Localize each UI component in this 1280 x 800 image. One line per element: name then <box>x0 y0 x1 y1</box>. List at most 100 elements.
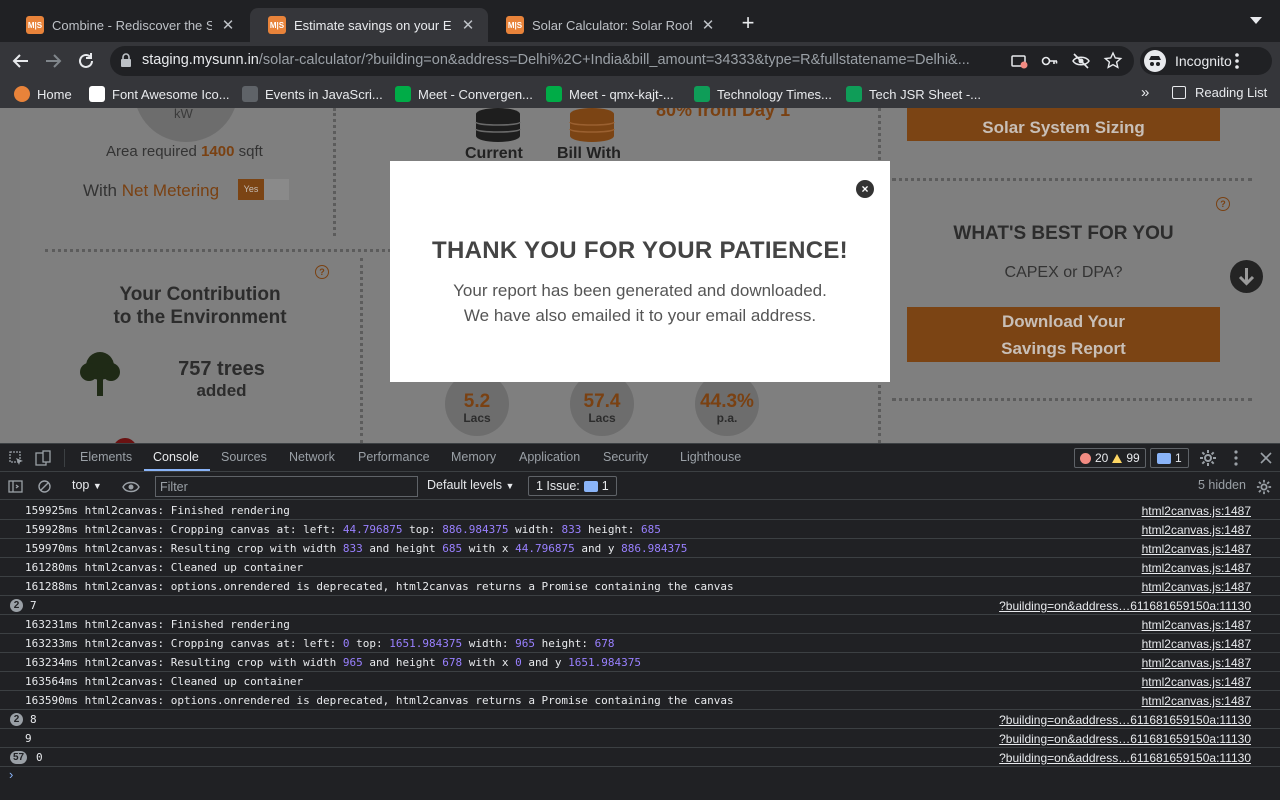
day-one-fragment: 80% from Day 1 <box>656 108 791 120</box>
source-link[interactable]: html2canvas.js:1487 <box>1142 561 1251 575</box>
scroll-down-button[interactable] <box>1230 260 1263 293</box>
bookmark-star-icon[interactable] <box>1102 50 1124 72</box>
sidebar-toggle-icon[interactable] <box>8 479 23 494</box>
tab-sources[interactable]: Sources <box>221 450 267 464</box>
bookmark-meet-qmx[interactable]: Meet - qmx-kajt-... <box>546 85 674 103</box>
clear-console-icon[interactable] <box>37 479 52 494</box>
source-link[interactable]: html2canvas.js:1487 <box>1142 523 1251 537</box>
context-selector[interactable]: top ▼ <box>72 478 102 492</box>
tab-console[interactable]: Console <box>153 450 199 464</box>
solar-system-sizing-button[interactable]: Solar System Sizing <box>907 108 1220 141</box>
close-devtools-icon[interactable] <box>1259 451 1273 465</box>
tab-security[interactable]: Security <box>603 450 648 464</box>
tab-lighthouse[interactable]: Lighthouse <box>680 450 741 464</box>
repeat-count-badge: 57 <box>10 751 28 764</box>
source-link[interactable]: ?building=on&address…611681659150a:11130 <box>999 713 1251 727</box>
divider <box>333 108 336 236</box>
tab-strip: M|S Combine - Rediscover the Sun ✕ M|S E… <box>0 0 1280 42</box>
tab-network[interactable]: Network <box>289 450 335 464</box>
warning-icon <box>1112 453 1123 463</box>
home-favicon-icon <box>14 86 30 102</box>
console-row: 163564ms html2canvas: Cleaned up contain… <box>0 672 1280 691</box>
tab-application[interactable]: Application <box>519 450 580 464</box>
bookmark-events-javascript[interactable]: Events in JavaScri... <box>242 85 383 103</box>
console-message: 8 <box>30 713 37 726</box>
help-icon[interactable]: ? <box>315 265 329 279</box>
message-count[interactable]: 1 <box>1150 448 1189 468</box>
log-levels-dropdown[interactable]: Default levels ▼ <box>427 478 514 492</box>
source-link[interactable]: ?building=on&address…611681659150a:11130 <box>999 599 1251 613</box>
tree-icon <box>80 352 120 396</box>
new-tab-button[interactable]: + <box>738 12 758 36</box>
console-filter-input[interactable] <box>155 476 418 497</box>
source-link[interactable]: html2canvas.js:1487 <box>1142 656 1251 670</box>
tab-combine[interactable]: M|S Combine - Rediscover the Sun ✕ <box>8 8 248 42</box>
message-icon <box>1157 452 1171 464</box>
arrow-right-icon <box>46 54 62 68</box>
source-link[interactable]: html2canvas.js:1487 <box>1142 675 1251 689</box>
net-metering-toggle[interactable]: Yes <box>238 179 289 200</box>
close-tab-icon[interactable]: ✕ <box>460 16 476 34</box>
reading-list-button[interactable]: Reading List <box>1172 85 1267 100</box>
eye-off-icon[interactable] <box>1070 50 1092 72</box>
bookmark-font-awesome[interactable]: Font Awesome Ico... <box>89 85 230 103</box>
source-link[interactable]: html2canvas.js:1487 <box>1142 504 1251 518</box>
console-message: 163590ms html2canvas: options.onrendered… <box>25 694 734 707</box>
browser-menu-button[interactable] <box>1224 48 1250 74</box>
tab-search-button[interactable] <box>1244 10 1268 34</box>
eye-icon[interactable] <box>122 480 140 494</box>
source-link[interactable]: ?building=on&address…611681659150a:11130 <box>999 751 1251 765</box>
modal-close-button[interactable]: × <box>856 180 874 198</box>
devtools-panel: Elements Console Sources Network Perform… <box>0 443 1280 800</box>
bookmarks-overflow-button[interactable]: » <box>1141 84 1149 101</box>
inspect-element-icon[interactable] <box>9 451 24 466</box>
back-button[interactable] <box>8 48 34 74</box>
kw-fragment: kW <box>174 108 193 121</box>
tab-memory[interactable]: Memory <box>451 450 496 464</box>
error-warning-counts[interactable]: 20 99 <box>1074 448 1146 468</box>
sheets-favicon-icon <box>846 86 862 102</box>
chevron-down-icon <box>1250 17 1262 24</box>
events-favicon-icon <box>242 86 258 102</box>
tab-performance[interactable]: Performance <box>358 450 430 464</box>
close-tab-icon[interactable]: ✕ <box>220 16 236 34</box>
console-message: 161280ms html2canvas: Cleaned up contain… <box>25 561 304 574</box>
console-prompt[interactable]: › <box>9 767 13 782</box>
modal-title: THANK YOU FOR YOUR PATIENCE! <box>432 237 848 264</box>
key-icon[interactable] <box>1039 50 1061 72</box>
close-tab-icon[interactable]: ✕ <box>700 16 716 34</box>
download-savings-report-button[interactable]: Download Your Savings Report <box>907 307 1220 362</box>
bookmark-tech-jsr-sheet[interactable]: Tech JSR Sheet -... <box>846 85 981 103</box>
meet-favicon-icon <box>546 86 562 102</box>
source-link[interactable]: html2canvas.js:1487 <box>1142 694 1251 708</box>
dropdown-arrow-icon: ▼ <box>505 481 515 491</box>
kebab-menu-icon[interactable] <box>1228 449 1244 467</box>
help-icon[interactable]: ? <box>1216 197 1230 211</box>
tab-elements[interactable]: Elements <box>80 450 132 464</box>
issues-button[interactable]: 1 Issue: 1 <box>528 476 617 496</box>
bookmark-meet-convergen[interactable]: Meet - Convergen... <box>395 85 533 103</box>
incognito-profile-button[interactable]: Incognito <box>1140 47 1272 75</box>
cookie-blocked-icon[interactable] <box>1008 50 1030 72</box>
bookmark-home[interactable]: Home <box>14 85 72 103</box>
console-row: 57 0 ?building=on&address…611681659150a:11… <box>0 748 1280 767</box>
tab-estimate-savings[interactable]: M|S Estimate savings on your Electr ✕ <box>250 8 488 42</box>
forward-button[interactable] <box>40 48 66 74</box>
console-settings-gear-icon[interactable] <box>1256 479 1272 495</box>
url-text[interactable]: staging.mysunn.in/solar-calculator/?buil… <box>142 52 1002 68</box>
arrow-down-icon <box>1238 268 1255 286</box>
source-link[interactable]: ?building=on&address…611681659150a:11130 <box>999 732 1251 746</box>
settings-gear-icon[interactable] <box>1199 449 1217 467</box>
bookmark-technology-times[interactable]: Technology Times... <box>694 85 832 103</box>
tab-solar-calculator[interactable]: M|S Solar Calculator: Solar Rooftop ✕ <box>488 8 728 42</box>
source-link[interactable]: html2canvas.js:1487 <box>1142 542 1251 556</box>
console-row: 159928ms html2canvas: Cropping canvas at… <box>0 520 1280 539</box>
area-required-text: Area required 1400 sqft <box>106 143 263 160</box>
source-link[interactable]: html2canvas.js:1487 <box>1142 618 1251 632</box>
reload-button[interactable] <box>73 48 99 74</box>
lock-icon[interactable] <box>120 53 132 67</box>
device-toolbar-icon[interactable] <box>35 450 51 466</box>
environment-heading: Your Contribution to the Environment <box>113 284 287 328</box>
source-link[interactable]: html2canvas.js:1487 <box>1142 580 1251 594</box>
source-link[interactable]: html2canvas.js:1487 <box>1142 637 1251 651</box>
